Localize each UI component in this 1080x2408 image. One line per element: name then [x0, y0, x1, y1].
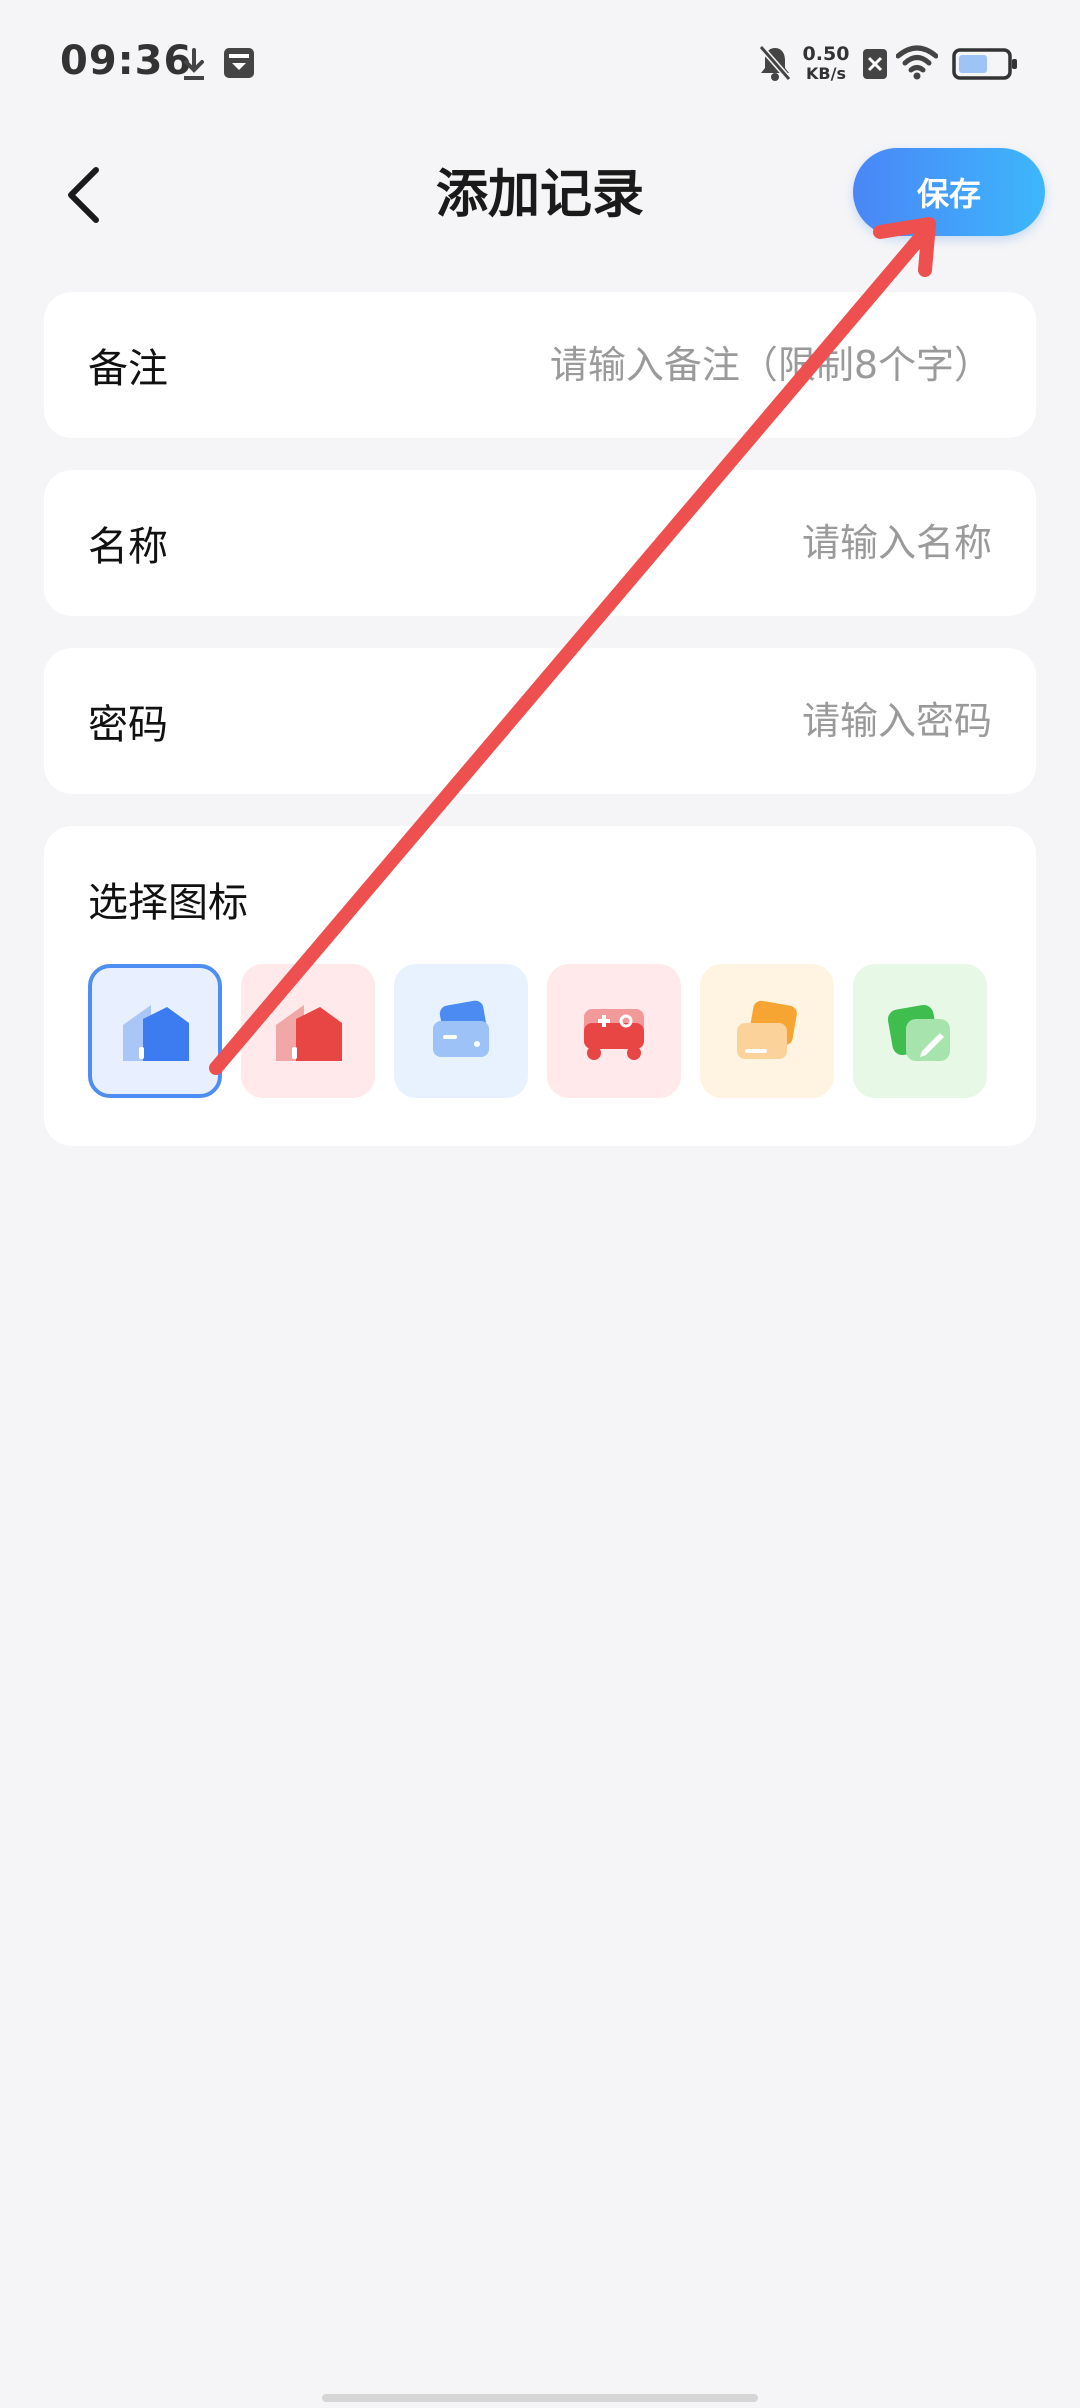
status-time: 09:36 — [60, 38, 193, 84]
name-field-card: 名称 — [44, 470, 1036, 616]
sim-off-icon — [863, 49, 887, 79]
battery-icon — [952, 48, 1017, 80]
status-bar: 09:36 0.50 KB/s — [0, 0, 1080, 130]
icon-option-card-orange[interactable] — [700, 964, 834, 1098]
name-label: 名称 — [88, 524, 168, 570]
icon-option-home-blue[interactable] — [88, 964, 222, 1098]
storage-icon — [224, 48, 254, 78]
icon-option-card-blue[interactable] — [394, 964, 528, 1098]
icon-option-note-green[interactable] — [853, 964, 987, 1098]
name-input[interactable] — [292, 470, 992, 616]
note-input[interactable] — [292, 292, 992, 438]
password-input[interactable] — [292, 648, 992, 794]
icon-picker-title: 选择图标 — [88, 880, 248, 926]
game-controller-icon — [584, 1009, 644, 1060]
icon-option-home-red[interactable] — [241, 964, 375, 1098]
home-red-icon — [276, 1005, 342, 1061]
net-speed-unit: KB/s — [806, 64, 846, 83]
home-blue-icon — [123, 1005, 189, 1061]
mute-icon — [758, 45, 792, 81]
download-icon — [184, 48, 204, 80]
password-label: 密码 — [88, 702, 168, 748]
wifi-icon — [896, 45, 938, 80]
icon-picker-card: 选择图标 — [44, 826, 1036, 1146]
note-field-card: 备注 — [44, 292, 1036, 438]
net-speed: 0.50 KB/s — [800, 44, 852, 84]
card-orange-icon — [737, 1000, 797, 1059]
password-field-card: 密码 — [44, 648, 1036, 794]
card-blue-icon — [433, 1000, 489, 1057]
note-green-icon — [887, 1004, 950, 1061]
home-indicator[interactable] — [322, 2394, 758, 2402]
save-button[interactable]: 保存 — [853, 148, 1045, 236]
icon-option-game-controller[interactable] — [547, 964, 681, 1098]
note-label: 备注 — [88, 346, 168, 392]
net-speed-value: 0.50 — [802, 43, 850, 65]
